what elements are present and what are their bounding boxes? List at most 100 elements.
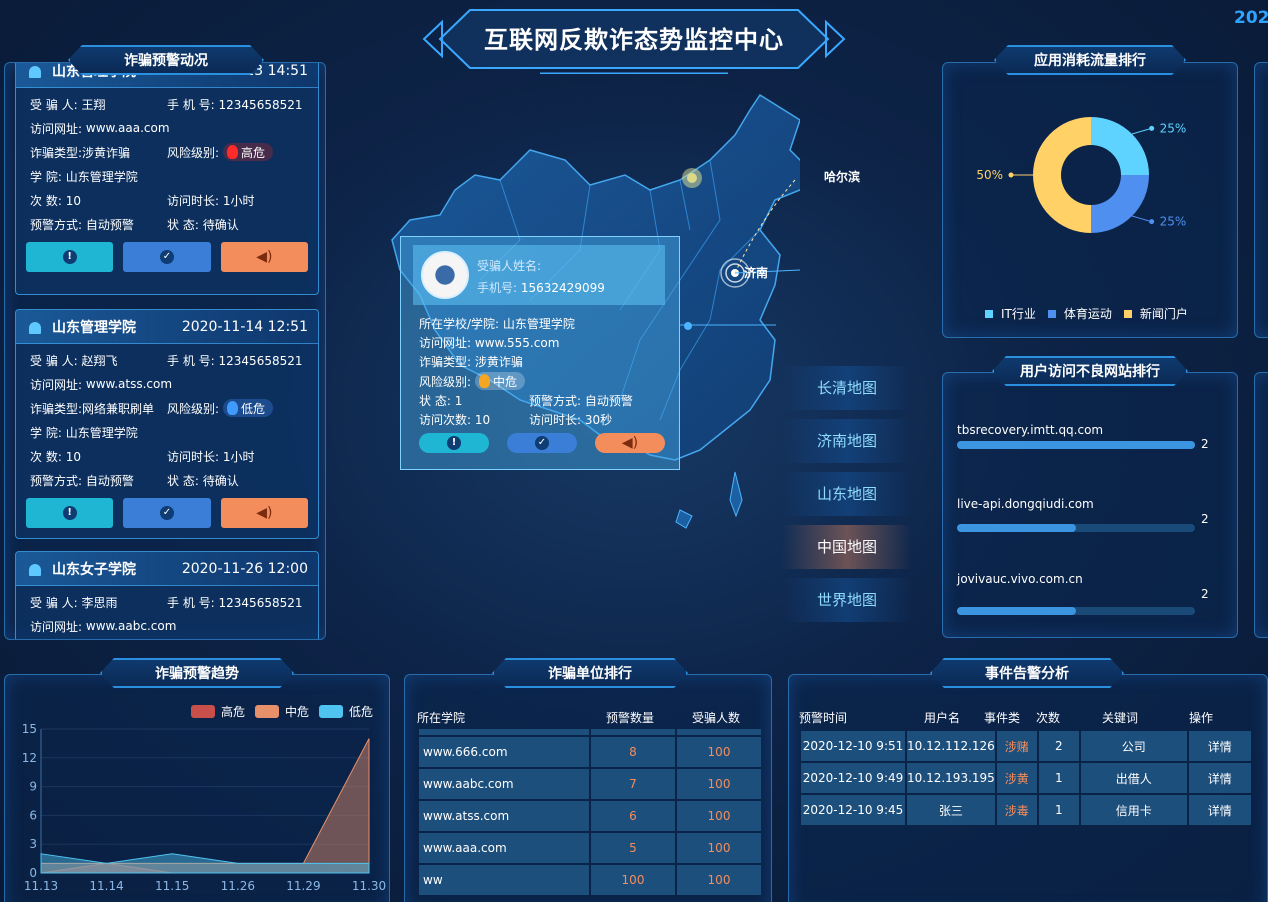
method-label: 预警方式: xyxy=(30,473,83,488)
count-value: 10 xyxy=(65,193,81,208)
header-frame: 互联网反欺诈态势监控中心 xyxy=(420,4,848,76)
legend-swatch xyxy=(985,309,993,318)
popup-school-value: 山东管理学院 xyxy=(502,317,575,331)
site-label: jovivauc.vivo.com.cn xyxy=(957,572,1083,586)
table-row[interactable]: 2020-12-10 9:49 10.12.193.195 涉黄 1 出借人 详情 xyxy=(801,763,1251,793)
traffic-pie-chart: 25% 25% 50% xyxy=(976,117,1186,233)
popup-risk-label: 风险级别: xyxy=(419,374,472,389)
risk-badge: 中危 xyxy=(475,372,526,390)
rank-cell-victims: 100 xyxy=(677,801,761,831)
y-tick-label: 6 xyxy=(29,808,37,822)
popup-status: 状 态: 1 xyxy=(419,392,462,409)
legend-swatch xyxy=(1123,309,1132,318)
table-row[interactable]: www.atss.com 6 100 xyxy=(419,801,761,831)
exclamation-icon: ! xyxy=(62,250,77,264)
check-alert-button[interactable]: ✓ xyxy=(123,498,211,528)
legend-label: IT行业 xyxy=(1001,307,1036,321)
map-button-changqing[interactable]: 长清地图 xyxy=(782,366,912,410)
popup-school-label: 所在学校/学院: xyxy=(419,317,500,331)
event-header-keyword: 关键词 xyxy=(1101,711,1138,725)
alert-card[interactable]: 山东管理学院 2020-11-13 14:51 受 骗 人: 王翔手 机 号: … xyxy=(15,63,319,295)
check-alert-button[interactable]: ✓ xyxy=(507,433,577,453)
risk-value: 高危 xyxy=(241,145,266,160)
page-title: 互联网反欺诈态势监控中心 xyxy=(484,26,784,54)
map-button-world[interactable]: 世界地图 xyxy=(782,578,912,622)
rank-header-school: 所在学院 xyxy=(417,711,466,725)
alert-card[interactable]: 山东女子学院 2020-11-26 12:00 受 骗 人: 李思雨 手 机 号:… xyxy=(15,551,319,639)
trend-panel-title-text: 诈骗预警趋势 xyxy=(155,666,239,682)
rank-cell-count: 8 xyxy=(591,737,675,767)
fire-icon xyxy=(227,145,239,159)
pie-leader-dot xyxy=(1008,172,1014,178)
rank-cell-victims: 100 xyxy=(677,833,761,863)
x-tick-label: 11.15 xyxy=(155,879,189,893)
rank-cell-name: www.666.com xyxy=(419,737,589,767)
url-label: 访问网址: xyxy=(30,377,83,392)
popup-duration-value: 30秒 xyxy=(584,413,613,427)
x-tick-label: 11.14 xyxy=(89,879,123,893)
table-row[interactable]: www.aabc.com 7 100 xyxy=(419,769,761,799)
event-detail-link[interactable]: 详情 xyxy=(1188,763,1251,793)
popup-type: 诈骗类型: 涉黄诈骗 xyxy=(419,353,523,370)
rank-cell-name: ww xyxy=(419,865,589,895)
event-header-action: 操作 xyxy=(1188,711,1213,725)
rank-cell-count: 6 xyxy=(591,801,675,831)
risk-label: 风险级别: xyxy=(167,401,220,416)
map-button-china[interactable]: 中国地图 xyxy=(782,525,912,569)
college-label: 学 院: xyxy=(30,425,62,440)
confirm-alert-button[interactable]: ! xyxy=(419,433,489,453)
phone-value: 12345658521 xyxy=(218,97,303,112)
rank-cell-victims: 100 xyxy=(677,737,761,767)
event-detail-link[interactable]: 详情 xyxy=(1188,731,1251,761)
confirm-alert-button[interactable]: ! xyxy=(26,498,114,528)
alarm-icon xyxy=(26,319,44,335)
rank-panel: 所在学院 预警数量 受骗人数 www.666.com 8 100 www.aabc.… xyxy=(404,674,772,902)
alert-date: 2020-11-14 12:51 xyxy=(181,318,308,335)
victim-label: 受 骗 人: xyxy=(30,353,78,368)
popup-risk-value: 中危 xyxy=(493,374,518,389)
popup-url: 访问网址: www.555.com xyxy=(419,334,559,351)
popup-method-label: 预警方式: xyxy=(529,394,582,408)
table-row[interactable]: ww 100 100 xyxy=(419,865,761,895)
event-detail-link[interactable]: 详情 xyxy=(1188,795,1251,825)
type-value: 涉黄诈骗 xyxy=(82,145,131,160)
table-row[interactable]: www.666.com 8 100 xyxy=(419,737,761,767)
victim-popup: 受骗人姓名: 手机号: 15632429099 所在学校/学院: 山东管理学院 … xyxy=(400,236,680,470)
event-cell-keyword: 公司 xyxy=(1080,731,1187,761)
map-button-shandong[interactable]: 山东地图 xyxy=(782,472,912,516)
y-tick-label: 15 xyxy=(22,722,37,736)
table-row[interactable]: 2020-12-10 9:45 张三 涉毒 1 信用卡 详情 xyxy=(801,795,1251,825)
pie-leader-line xyxy=(1131,127,1152,135)
event-cell-count: 2 xyxy=(1038,731,1079,761)
map-button-jinan[interactable]: 济南地图 xyxy=(782,419,912,463)
sound-alert-button[interactable]: ◀) xyxy=(220,242,308,272)
rank-panel-title: 诈骗单位排行 xyxy=(492,658,688,688)
city-label-jinan: 济南 xyxy=(744,266,769,280)
check-alert-button[interactable]: ✓ xyxy=(123,242,211,272)
alerts-panel-title-text: 诈骗预警动况 xyxy=(124,53,208,69)
site-label: tbsrecovery.imtt.qq.com xyxy=(957,423,1104,437)
legend-swatch xyxy=(1047,309,1056,318)
bad-sites-panel-title-text: 用户访问不良网站排行 xyxy=(1020,364,1160,380)
rank-table-header: 所在学院 预警数量 受骗人数 xyxy=(417,709,767,726)
method-value: 自动预警 xyxy=(85,473,134,488)
y-tick-label: 9 xyxy=(29,780,37,794)
event-header-count: 次数 xyxy=(1035,711,1060,725)
popup-url-value: www.555.com xyxy=(474,336,560,350)
y-tick-label: 0 xyxy=(29,866,37,880)
table-row xyxy=(419,729,761,735)
alert-card[interactable]: 山东管理学院 2020-11-14 12:51 受 骗 人: 赵翔飞 手 机 号:… xyxy=(15,309,319,539)
popup-duration: 访问时长: 30秒 xyxy=(529,411,612,428)
confirm-alert-button[interactable]: ! xyxy=(26,242,114,272)
popup-status-value: 1 xyxy=(454,394,463,408)
sound-alert-button[interactable]: ◀) xyxy=(220,498,308,528)
popup-buttons: ! ✓ ◀) xyxy=(419,433,665,453)
traffic-panel-title: 应用消耗流量排行 xyxy=(994,45,1186,75)
table-row[interactable]: www.aaa.com 5 100 xyxy=(419,833,761,863)
x-tick-label: 11.30 xyxy=(352,879,386,893)
event-table-header: 预警时间 用户名 事件类 次数 关键词 操作 xyxy=(799,709,1227,726)
table-row[interactable]: 2020-12-10 9:51 10.12.112.126 涉赌 2 公司 详情 xyxy=(801,731,1251,761)
year-fragment: 2020 xyxy=(1234,8,1268,28)
check-icon: ✓ xyxy=(159,506,174,520)
sound-alert-button[interactable]: ◀) xyxy=(595,433,665,453)
